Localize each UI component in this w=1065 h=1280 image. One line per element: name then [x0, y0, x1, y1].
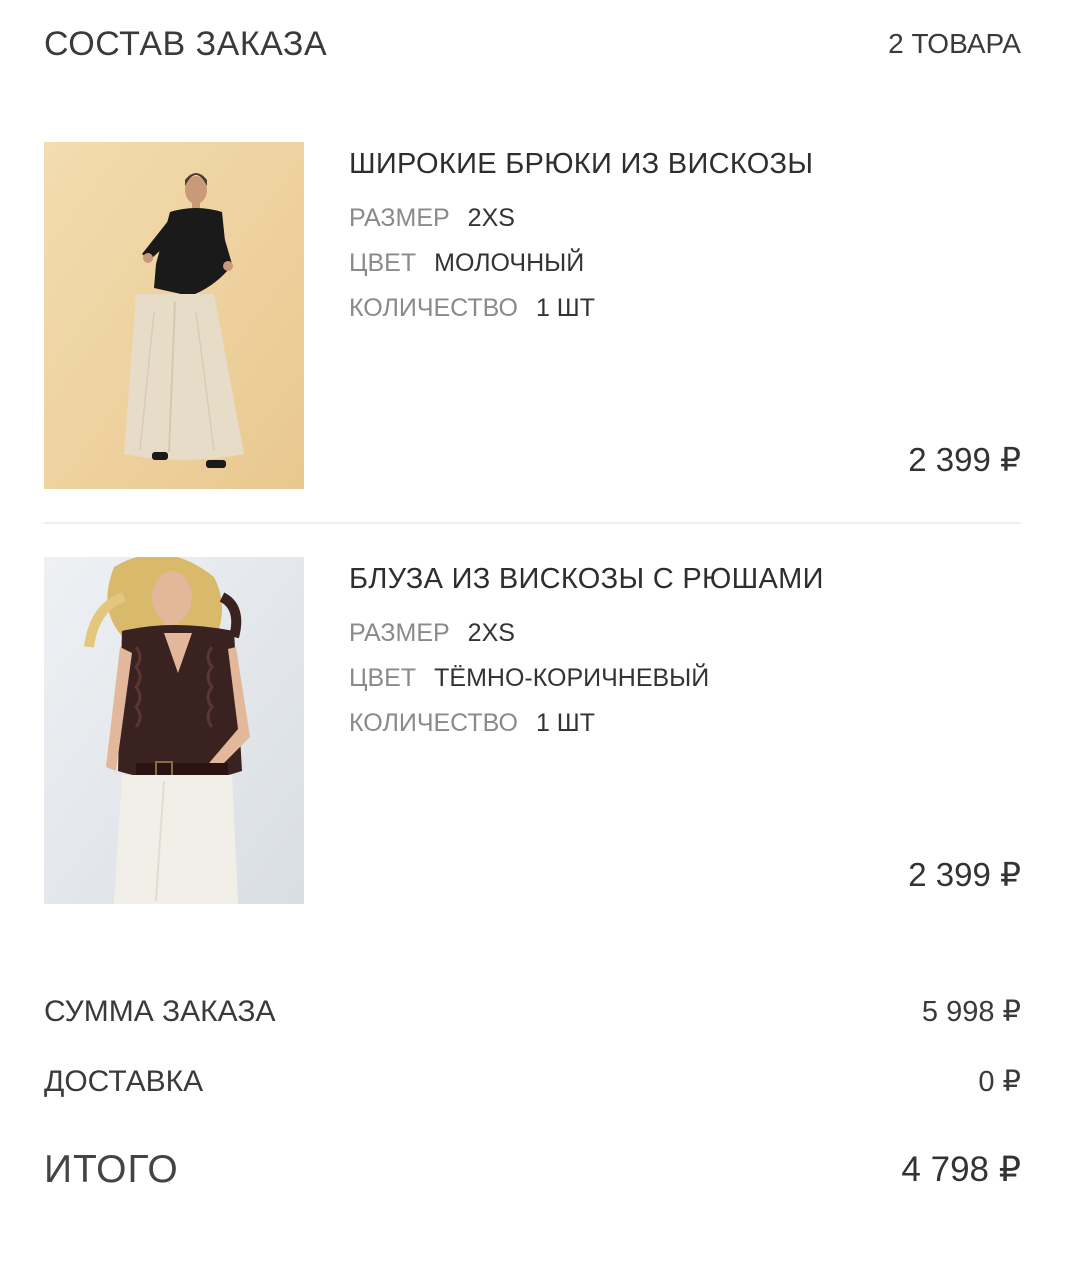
delivery-label: ДОСТАВКА [44, 1064, 204, 1098]
summary-total-row: ИТОГО 4 798 ₽ [44, 1148, 1021, 1192]
items-count: 2 ТОВАРА [888, 28, 1021, 59]
product-name[interactable]: ШИРОКИЕ БРЮКИ ИЗ ВИСКОЗЫ [349, 148, 813, 181]
size-label: РАЗМЕР [349, 204, 450, 232]
divider [44, 522, 1021, 524]
summary-delivery-row: ДОСТАВКА 0 ₽ [44, 1064, 1021, 1099]
product-quantity: КОЛИЧЕСТВО 1 ШТ [349, 709, 595, 738]
product-size: РАЗМЕР 2XS [349, 619, 515, 648]
size-value: 2XS [467, 619, 515, 647]
size-label: РАЗМЕР [349, 619, 450, 647]
product-quantity: КОЛИЧЕСТВО 1 ШТ [349, 294, 595, 323]
order-item[interactable]: ШИРОКИЕ БРЮКИ ИЗ ВИСКОЗЫ РАЗМЕР 2XS ЦВЕТ М… [44, 142, 1021, 490]
quantity-label: КОЛИЧЕСТВО [349, 294, 518, 322]
order-header: СОСТАВ ЗАКАЗА 2 ТОВАРА [44, 24, 1021, 64]
product-image[interactable] [44, 142, 304, 489]
subtotal-label: СУММА ЗАКАЗА [44, 994, 276, 1028]
total-value: 4 798 ₽ [901, 1150, 1021, 1189]
size-value: 2XS [467, 204, 515, 232]
product-image[interactable] [44, 557, 304, 904]
product-color: ЦВЕТ ТЁМНО-КОРИЧНЕВЫЙ [349, 664, 709, 693]
order-item[interactable]: БЛУЗА ИЗ ВИСКОЗЫ С РЮШАМИ РАЗМЕР 2XS ЦВЕТ… [44, 557, 1021, 905]
color-label: ЦВЕТ [349, 664, 417, 692]
quantity-label: КОЛИЧЕСТВО [349, 709, 518, 737]
color-label: ЦВЕТ [349, 249, 417, 277]
color-value: МОЛОЧНЫЙ [434, 249, 585, 277]
color-value: ТЁМНО-КОРИЧНЕВЫЙ [434, 664, 710, 692]
delivery-value: 0 ₽ [978, 1066, 1021, 1098]
quantity-value: 1 ШТ [535, 294, 595, 322]
order-title: СОСТАВ ЗАКАЗА [44, 24, 328, 63]
product-size: РАЗМЕР 2XS [349, 204, 515, 233]
subtotal-value: 5 998 ₽ [921, 996, 1021, 1028]
total-label: ИТОГО [44, 1148, 179, 1191]
product-color: ЦВЕТ МОЛОЧНЫЙ [349, 249, 584, 278]
product-price: 2 399 ₽ [908, 441, 1021, 478]
quantity-value: 1 ШТ [535, 709, 595, 737]
product-price: 2 399 ₽ [908, 856, 1021, 893]
summary-subtotal-row: СУММА ЗАКАЗА 5 998 ₽ [44, 994, 1021, 1029]
product-name[interactable]: БЛУЗА ИЗ ВИСКОЗЫ С РЮШАМИ [349, 563, 824, 596]
